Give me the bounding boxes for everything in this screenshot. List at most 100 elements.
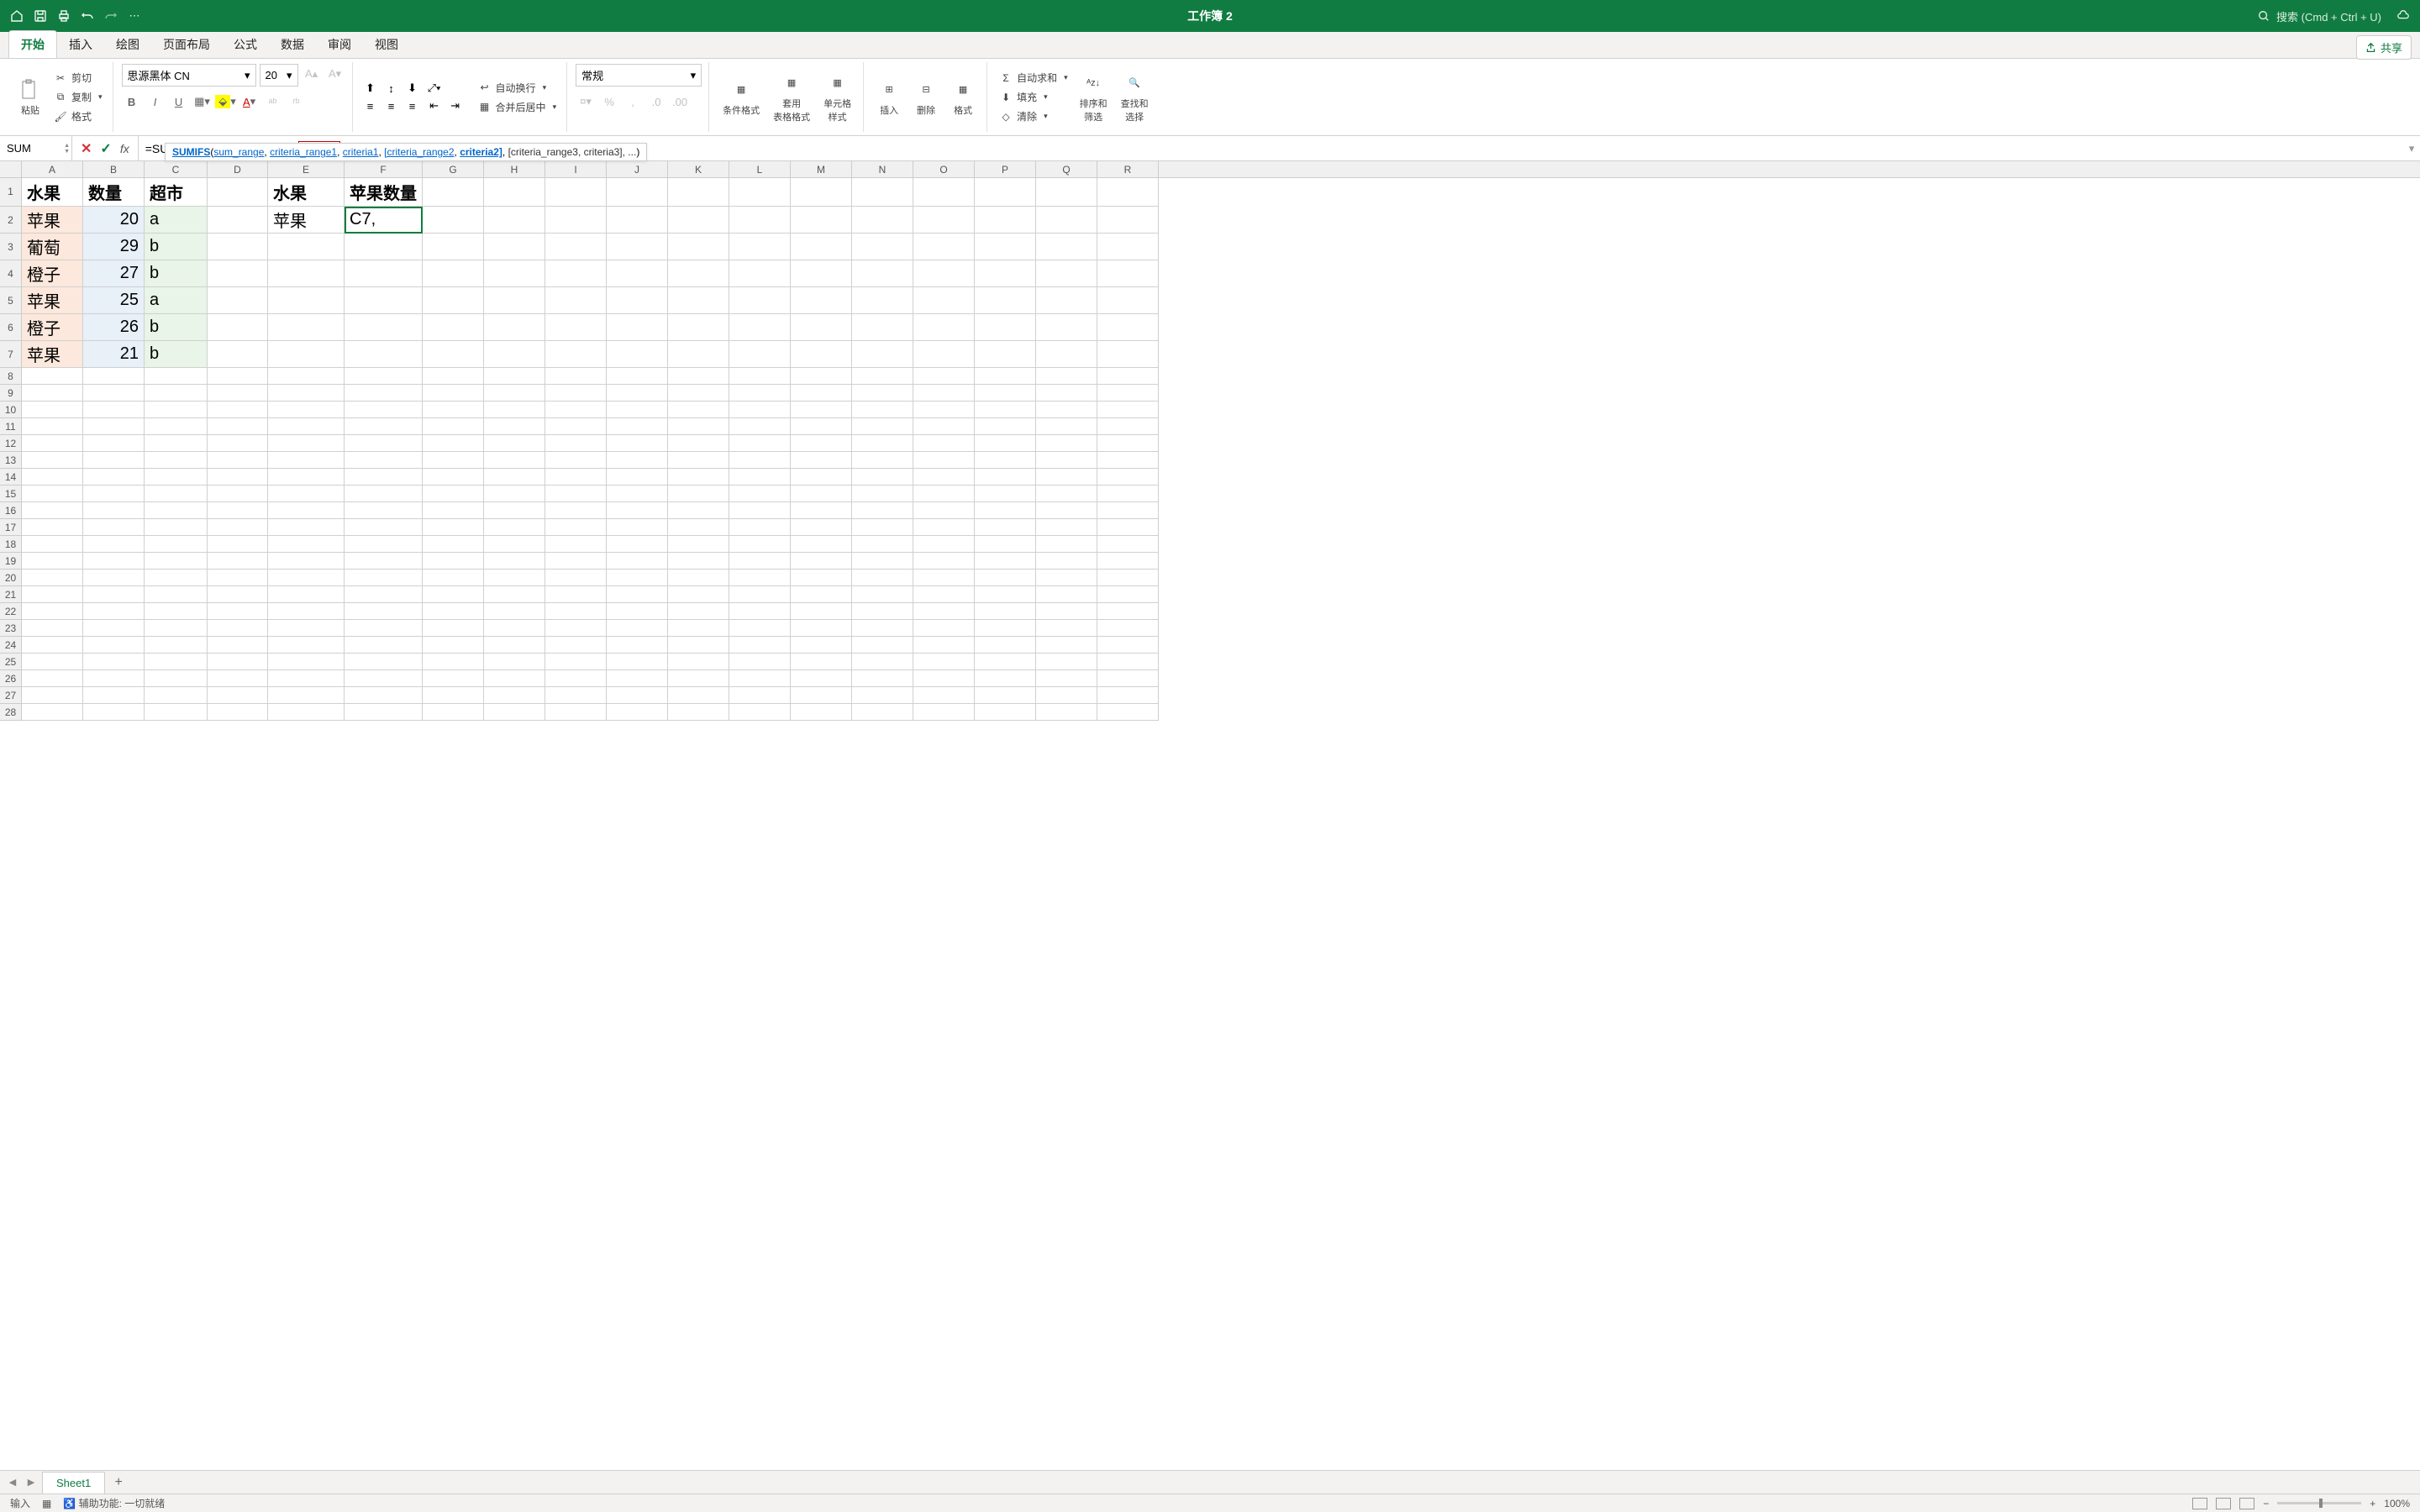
col-header[interactable]: E <box>268 161 345 177</box>
row-header[interactable]: 3 <box>0 234 22 260</box>
format-cells-button[interactable]: ▦格式 <box>946 75 980 120</box>
search-box[interactable]: 搜索 (Cmd + Ctrl + U) <box>2258 8 2381 24</box>
cell[interactable]: 苹果 <box>22 341 83 368</box>
fill-button[interactable]: ⬇填充▾ <box>996 89 1071 105</box>
row-header[interactable]: 6 <box>0 314 22 341</box>
cell[interactable] <box>345 287 423 314</box>
row-header[interactable]: 17 <box>0 519 22 536</box>
paste-button[interactable]: 粘贴 <box>13 75 47 120</box>
cell[interactable]: 葡萄 <box>22 234 83 260</box>
cell[interactable]: b <box>145 314 208 341</box>
cell[interactable]: 21 <box>83 341 145 368</box>
font-color-button[interactable]: A▾ <box>239 92 260 112</box>
tab-insert[interactable]: 插入 <box>57 31 104 58</box>
save-icon[interactable] <box>34 9 47 23</box>
row-header[interactable]: 12 <box>0 435 22 452</box>
delete-cells-button[interactable]: ⊟删除 <box>909 75 943 120</box>
font-name-select[interactable]: 思源黑体 CN▾ <box>122 64 256 87</box>
cut-button[interactable]: ✂剪切 <box>50 70 106 86</box>
cell[interactable]: 数量 <box>83 178 145 207</box>
row-header[interactable]: 20 <box>0 570 22 586</box>
wrap-text-button[interactable]: ↩自动换行▾ <box>475 80 560 96</box>
fill-color-button[interactable]: ⬙▾ <box>216 92 236 112</box>
col-header[interactable]: B <box>83 161 145 177</box>
normal-view-icon[interactable] <box>2192 1498 2207 1509</box>
zoom-in-icon[interactable]: + <box>2370 1498 2375 1509</box>
share-button[interactable]: 共享 <box>2356 35 2412 60</box>
col-header[interactable]: O <box>913 161 975 177</box>
cell[interactable] <box>208 314 268 341</box>
conditional-format-button[interactable]: ▦条件格式 <box>718 75 765 120</box>
align-top-icon[interactable]: ⬆ <box>361 81 380 96</box>
tab-view[interactable]: 视图 <box>363 31 410 58</box>
tab-formulas[interactable]: 公式 <box>222 31 269 58</box>
col-header[interactable]: J <box>607 161 668 177</box>
indent-increase-icon[interactable]: ⇥ <box>446 98 465 113</box>
cell[interactable]: 苹果 <box>22 207 83 234</box>
row-header[interactable]: 11 <box>0 418 22 435</box>
align-right-icon[interactable]: ≡ <box>403 98 422 113</box>
cell[interactable] <box>345 341 423 368</box>
tab-data[interactable]: 数据 <box>269 31 316 58</box>
cell[interactable]: a <box>145 287 208 314</box>
cell[interactable]: 苹果 <box>22 287 83 314</box>
name-box[interactable]: SUM ▲▼ <box>0 136 72 160</box>
cell[interactable]: 苹果数量 <box>345 178 423 207</box>
find-select-button[interactable]: 🔍查找和 选择 <box>1116 68 1154 127</box>
cell[interactable]: b <box>145 260 208 287</box>
align-bottom-icon[interactable]: ⬇ <box>403 81 422 96</box>
page-layout-icon[interactable] <box>2216 1498 2231 1509</box>
increase-font-icon[interactable]: A▴ <box>302 64 322 84</box>
row-header[interactable]: 9 <box>0 385 22 402</box>
row-header[interactable]: 10 <box>0 402 22 418</box>
row-header[interactable]: 8 <box>0 368 22 385</box>
orientation-icon[interactable]: ⤢▾ <box>425 81 444 96</box>
number-format-select[interactable]: 常规▾ <box>576 64 702 87</box>
cell[interactable] <box>268 234 345 260</box>
cell[interactable] <box>208 341 268 368</box>
cell[interactable] <box>268 314 345 341</box>
cell[interactable] <box>345 314 423 341</box>
cell[interactable]: a <box>145 207 208 234</box>
cell[interactable]: 27 <box>83 260 145 287</box>
col-header[interactable]: H <box>484 161 545 177</box>
italic-button[interactable]: I <box>145 92 166 112</box>
cell[interactable]: b <box>145 341 208 368</box>
currency-icon[interactable]: ¤▾ <box>576 92 596 112</box>
table-format-button[interactable]: ▦套用 表格格式 <box>768 68 815 127</box>
row-header[interactable]: 24 <box>0 637 22 654</box>
col-header[interactable]: N <box>852 161 913 177</box>
row-header[interactable]: 28 <box>0 704 22 721</box>
cell[interactable] <box>268 260 345 287</box>
home-icon[interactable] <box>10 9 24 23</box>
phonetic-edit-button[interactable]: ʳᵇ <box>287 92 307 112</box>
col-header[interactable]: I <box>545 161 607 177</box>
autosum-button[interactable]: Σ自动求和▾ <box>996 70 1071 86</box>
row-header[interactable]: 19 <box>0 553 22 570</box>
cell[interactable] <box>345 234 423 260</box>
col-header[interactable]: P <box>975 161 1036 177</box>
sort-filter-button[interactable]: ᴬᴢ↓排序和 筛选 <box>1075 68 1113 127</box>
col-header[interactable]: G <box>423 161 484 177</box>
redo-icon[interactable] <box>104 9 118 23</box>
row-header[interactable]: 21 <box>0 586 22 603</box>
cell[interactable]: 25 <box>83 287 145 314</box>
col-header[interactable]: M <box>791 161 852 177</box>
confirm-formula-icon[interactable]: ✓ <box>100 140 111 157</box>
border-button[interactable]: ▦▾ <box>192 92 213 112</box>
print-icon[interactable] <box>57 9 71 23</box>
row-header[interactable]: 13 <box>0 452 22 469</box>
next-sheet-icon[interactable]: ▶ <box>24 1477 39 1488</box>
row-header[interactable]: 23 <box>0 620 22 637</box>
undo-icon[interactable] <box>81 9 94 23</box>
macro-icon[interactable]: ▦ <box>42 1498 51 1509</box>
cell[interactable] <box>345 260 423 287</box>
row-header[interactable]: 1 <box>0 178 22 207</box>
select-all-corner[interactable] <box>0 161 22 177</box>
zoom-level[interactable]: 100% <box>2384 1498 2410 1509</box>
align-middle-icon[interactable]: ↕ <box>382 81 401 96</box>
insert-cells-button[interactable]: ⊞插入 <box>872 75 906 120</box>
cell[interactable]: 橙子 <box>22 314 83 341</box>
add-sheet-button[interactable]: + <box>108 1475 129 1490</box>
cell[interactable] <box>208 178 268 207</box>
